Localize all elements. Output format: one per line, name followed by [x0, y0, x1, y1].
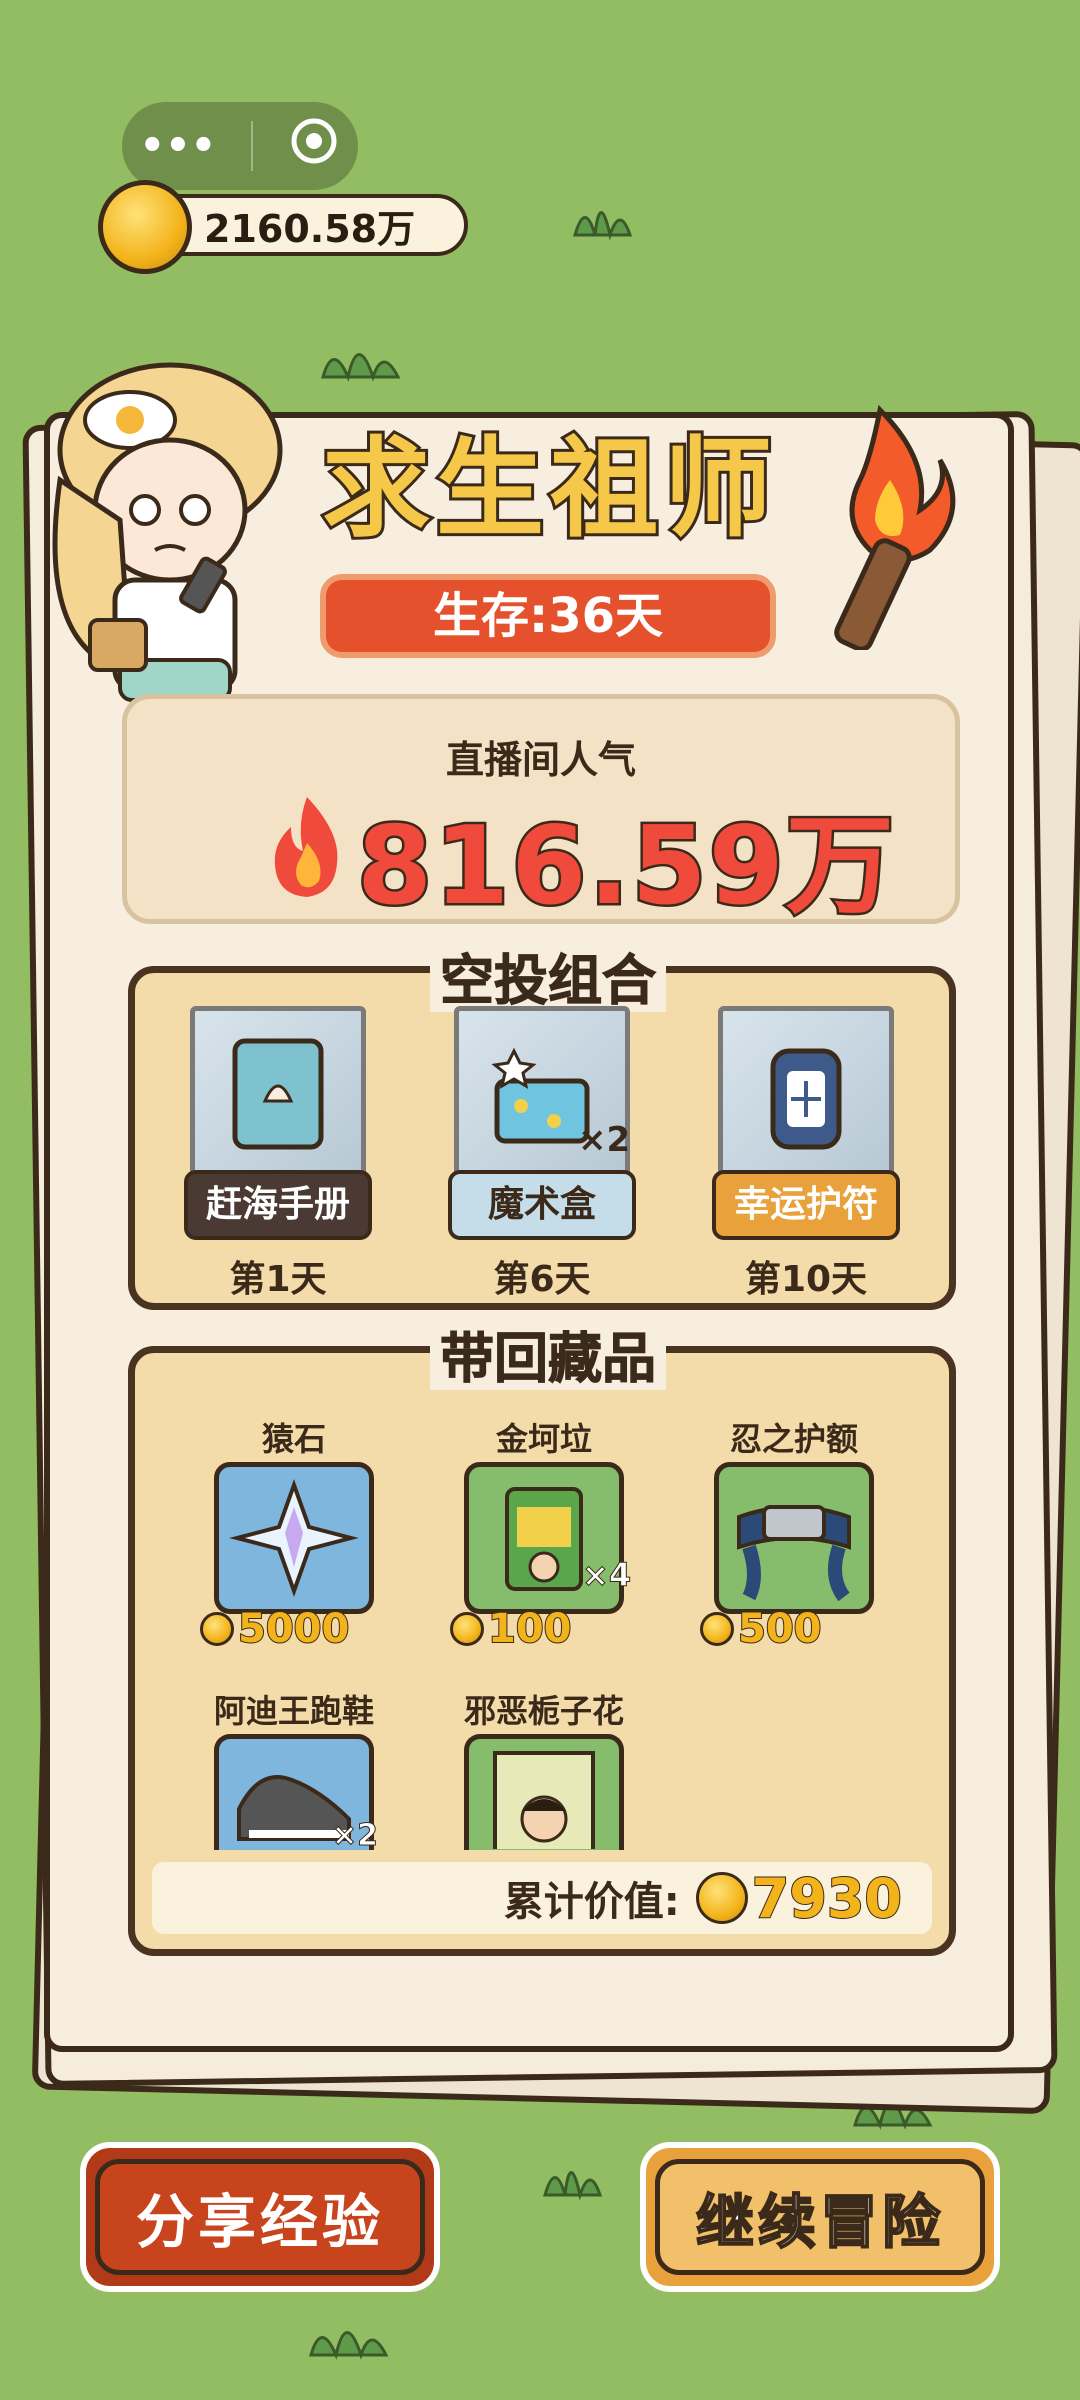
collection-item-card[interactable] [214, 1462, 374, 1614]
airdrop-title: 空投组合 [430, 949, 666, 1013]
collection-item-price: 100 [450, 1605, 572, 1653]
airdrop-title-wrap: 空投组合 [430, 936, 666, 1015]
game-title: 求生祖师 [319, 424, 778, 555]
coin-icon [450, 1612, 484, 1646]
collection-item-name: 猿石 [261, 1420, 326, 1458]
gold-coin-icon [98, 180, 192, 274]
more-dots-icon[interactable]: ••• [140, 123, 217, 169]
target-circle-icon[interactable] [288, 115, 340, 177]
airdrop-item-count: ×2 [578, 1120, 631, 1160]
popularity-value: 816.59万 [355, 802, 897, 932]
collection-item-name: 阿迪王跑鞋 [213, 1692, 374, 1730]
coin-balance-text: 2160.58万 [204, 206, 416, 251]
airdrop-item-card[interactable] [718, 1006, 894, 1182]
ninja-headband-icon [737, 1505, 851, 1602]
collection-item-name: 金坷垃 [495, 1420, 592, 1458]
airdrop-item-card[interactable] [190, 1006, 366, 1182]
mini-program-capsule: ••• [122, 102, 358, 190]
collection-item-price-value: 500 [737, 1605, 822, 1653]
grass-icon [309, 2331, 389, 2360]
collection-title: 带回藏品 [430, 1327, 666, 1391]
collection-item-name: 忍之护额 [729, 1420, 858, 1458]
star-crystal-icon [229, 1479, 359, 1597]
continue-button-inner: 继续冒险 [655, 2159, 985, 2275]
airdrop-item-label: 幸运护符 [712, 1170, 900, 1240]
collection-item-price-value: 5000 [237, 1605, 350, 1653]
coin-icon [200, 1612, 234, 1646]
total-value-bar: 累计价值: 7930 [152, 1862, 932, 1934]
share-button-inner: 分享经验 [95, 2159, 425, 2275]
collection-title-wrap: 带回藏品 [430, 1314, 666, 1393]
coin-icon [700, 1612, 734, 1646]
grass-icon [321, 353, 401, 382]
collection-item-card[interactable] [714, 1462, 874, 1614]
fire-icon [274, 797, 338, 897]
grass-icon [573, 211, 633, 240]
collection-item-price: 5000 [200, 1605, 350, 1653]
airdrop-item-label: 赶海手册 [184, 1170, 372, 1240]
airdrop-day: 第6天 [493, 1259, 591, 1300]
popularity-label: 直播间人气 [445, 738, 636, 782]
collection-item-count: ×4 [581, 1556, 632, 1595]
collection-item-card[interactable] [464, 1734, 624, 1855]
poster-icon [493, 1751, 595, 1855]
survive-days-badge: 生存:36天 [320, 574, 776, 658]
total-value: 7930 [751, 1866, 903, 1931]
collection-item-name: 邪恶栀子花 [463, 1692, 624, 1730]
capsule-divider [251, 121, 254, 171]
collection-item-price: 500 [700, 1605, 822, 1653]
airdrop-day: 第1天 [229, 1259, 327, 1300]
continue-adventure-button[interactable]: 继续冒险 [640, 2142, 1000, 2292]
share-button-label: 分享经验 [135, 2188, 384, 2256]
book-icon [232, 1038, 324, 1150]
character-girl-icon [52, 362, 283, 742]
airdrop-item-label: 魔术盒 [448, 1170, 636, 1240]
torch-icon [834, 404, 956, 650]
collection-item-count: ×2 [331, 1818, 379, 1854]
continue-button-label: 继续冒险 [695, 2187, 944, 2257]
coin-icon [695, 1872, 748, 1924]
share-experience-button[interactable]: 分享经验 [80, 2142, 440, 2292]
amulet-icon [770, 1048, 842, 1150]
airdrop-day: 第10天 [744, 1259, 868, 1300]
collection-item-price-value: 100 [487, 1605, 572, 1653]
total-value-label: 累计价值: [503, 1879, 680, 1925]
popularity-panel: 直播间人气 816.59万 [122, 694, 960, 932]
grass-icon [543, 2171, 603, 2200]
